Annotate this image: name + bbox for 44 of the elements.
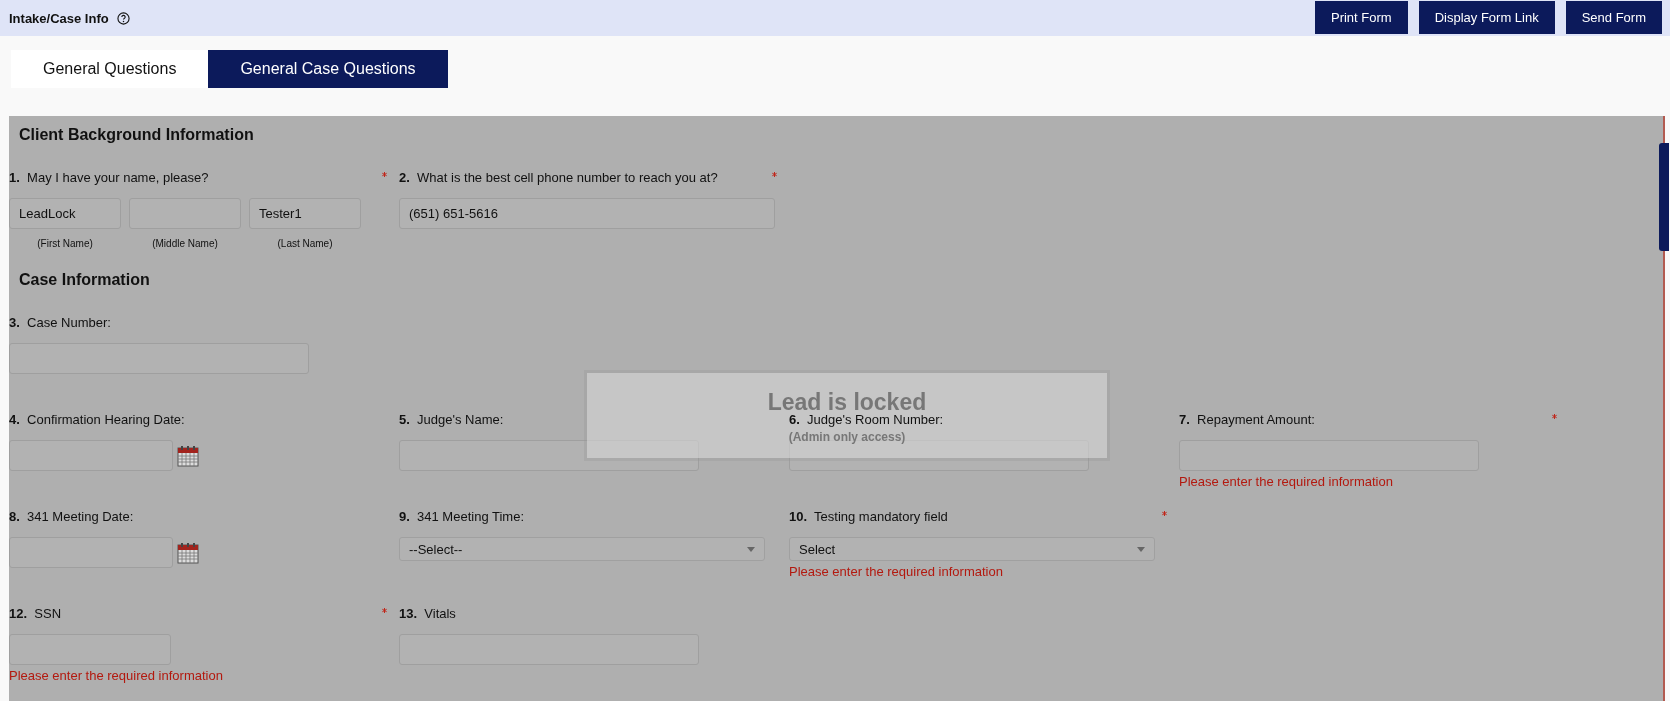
field-caption: (Last Name): [277, 238, 333, 249]
caret-icon: [1137, 546, 1145, 552]
text-input[interactable]: [9, 343, 309, 374]
error-message: Please enter the required information: [1179, 474, 1394, 489]
text-input[interactable]: [399, 440, 699, 471]
question-label: 1. May I have your name, please?: [9, 170, 209, 185]
question-label: 10. Testing mandatory field: [789, 509, 948, 524]
page-title: Intake/Case Info: [9, 10, 109, 26]
header-button[interactable]: Display Form Link: [1418, 1, 1555, 34]
error-message: Please enter the required information: [789, 564, 1004, 579]
name-input[interactable]: Tester1: [249, 198, 361, 229]
question-label: 2. What is the best cell phone number to reach you at?: [399, 170, 718, 185]
question-label: 3. Case Number:: [9, 315, 111, 330]
section-title: Client Background Information: [18, 125, 255, 145]
error-message: Please enter the required information: [9, 668, 224, 683]
question-label: 5. Judge's Name:: [399, 412, 504, 427]
question-label: 6. Judge's Room Number:: [789, 412, 944, 427]
section-title: Case Information: [18, 270, 151, 290]
calendar-icon[interactable]: [177, 541, 199, 564]
question-label: 4. Confirmation Hearing Date:: [9, 412, 185, 427]
caret-icon: [747, 546, 755, 552]
text-input[interactable]: (651) 651-5616: [399, 198, 775, 229]
question-label: 9. 341 Meeting Time:: [399, 509, 524, 524]
header-button[interactable]: Send Form: [1565, 1, 1662, 34]
select-dropdown[interactable]: --Select--: [399, 537, 765, 561]
side-panel-tab[interactable]: [1659, 143, 1669, 251]
help-icon[interactable]: [116, 11, 130, 25]
tab[interactable]: General Case Questions: [208, 50, 448, 88]
text-input[interactable]: [9, 634, 171, 665]
name-input[interactable]: LeadLock: [9, 198, 121, 229]
lock-subtitle: (Admin only access): [788, 430, 906, 444]
question-label: 12. SSN: [9, 606, 62, 621]
question-label: 8. 341 Meeting Date:: [9, 509, 134, 524]
select-dropdown[interactable]: Select: [789, 537, 1155, 561]
field-caption: (Middle Name): [152, 238, 218, 249]
tab[interactable]: General Questions: [11, 50, 209, 88]
text-input[interactable]: [9, 440, 173, 471]
lock-title: Lead is locked: [767, 391, 927, 413]
text-input[interactable]: [9, 537, 173, 568]
question-label: 7. Repayment Amount:: [1179, 412, 1315, 427]
field-caption: (First Name): [37, 238, 93, 249]
calendar-icon[interactable]: [177, 444, 199, 467]
header-button[interactable]: Print Form: [1315, 1, 1408, 34]
question-label: 13. Vitals: [399, 606, 456, 621]
